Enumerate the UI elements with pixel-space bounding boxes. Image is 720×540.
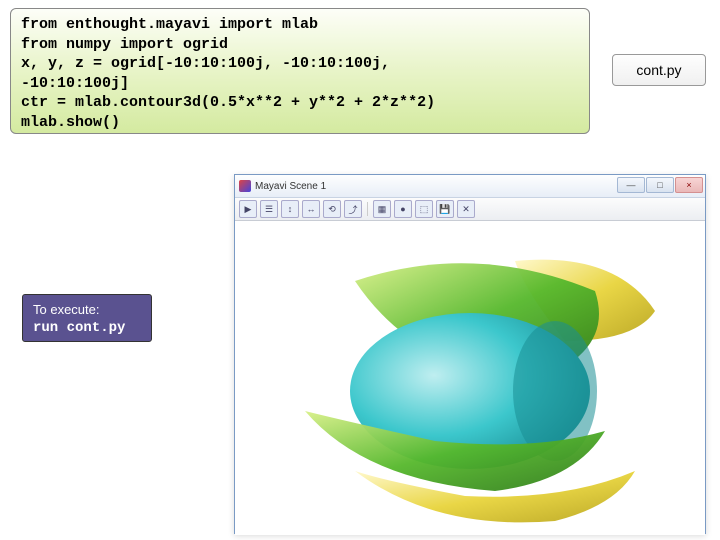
execute-instruction: To execute: run cont.py	[22, 294, 152, 342]
app-icon	[239, 180, 251, 192]
toolbar-btn-1[interactable]: ☰	[260, 200, 278, 218]
close-button[interactable]: ×	[675, 177, 703, 193]
execute-command: run cont.py	[33, 319, 141, 338]
toolbar-btn-11[interactable]: ✕	[457, 200, 475, 218]
toolbar-btn-8[interactable]: ●	[394, 200, 412, 218]
toolbar-btn-10[interactable]: 💾	[436, 200, 454, 218]
toolbar: ▶ ☰ ↕ ↔ ⟲ ⤴ ▦ ● ⬚ 💾 ✕	[235, 198, 705, 221]
toolbar-btn-3[interactable]: ↔	[302, 200, 320, 218]
filename-label: cont.py	[612, 54, 706, 86]
render-scene[interactable]	[235, 221, 705, 535]
window-title: Mayavi Scene 1	[255, 181, 326, 192]
toolbar-btn-2[interactable]: ↕	[281, 200, 299, 218]
mayavi-window: Mayavi Scene 1 — □ × ▶ ☰ ↕ ↔ ⟲ ⤴ ▦ ● ⬚ 💾…	[234, 174, 706, 534]
contour3d-plot-icon	[235, 221, 705, 535]
execute-label: To execute:	[33, 301, 141, 319]
toolbar-separator	[367, 202, 368, 216]
toolbar-btn-0[interactable]: ▶	[239, 200, 257, 218]
toolbar-btn-4[interactable]: ⟲	[323, 200, 341, 218]
toolbar-btn-5[interactable]: ⤴	[344, 200, 362, 218]
minimize-button[interactable]: —	[617, 177, 645, 193]
toolbar-btn-7[interactable]: ▦	[373, 200, 391, 218]
window-titlebar[interactable]: Mayavi Scene 1 — □ ×	[235, 175, 705, 198]
toolbar-btn-9[interactable]: ⬚	[415, 200, 433, 218]
code-block: from enthought.mayavi import mlab from n…	[10, 8, 590, 134]
maximize-button[interactable]: □	[646, 177, 674, 193]
